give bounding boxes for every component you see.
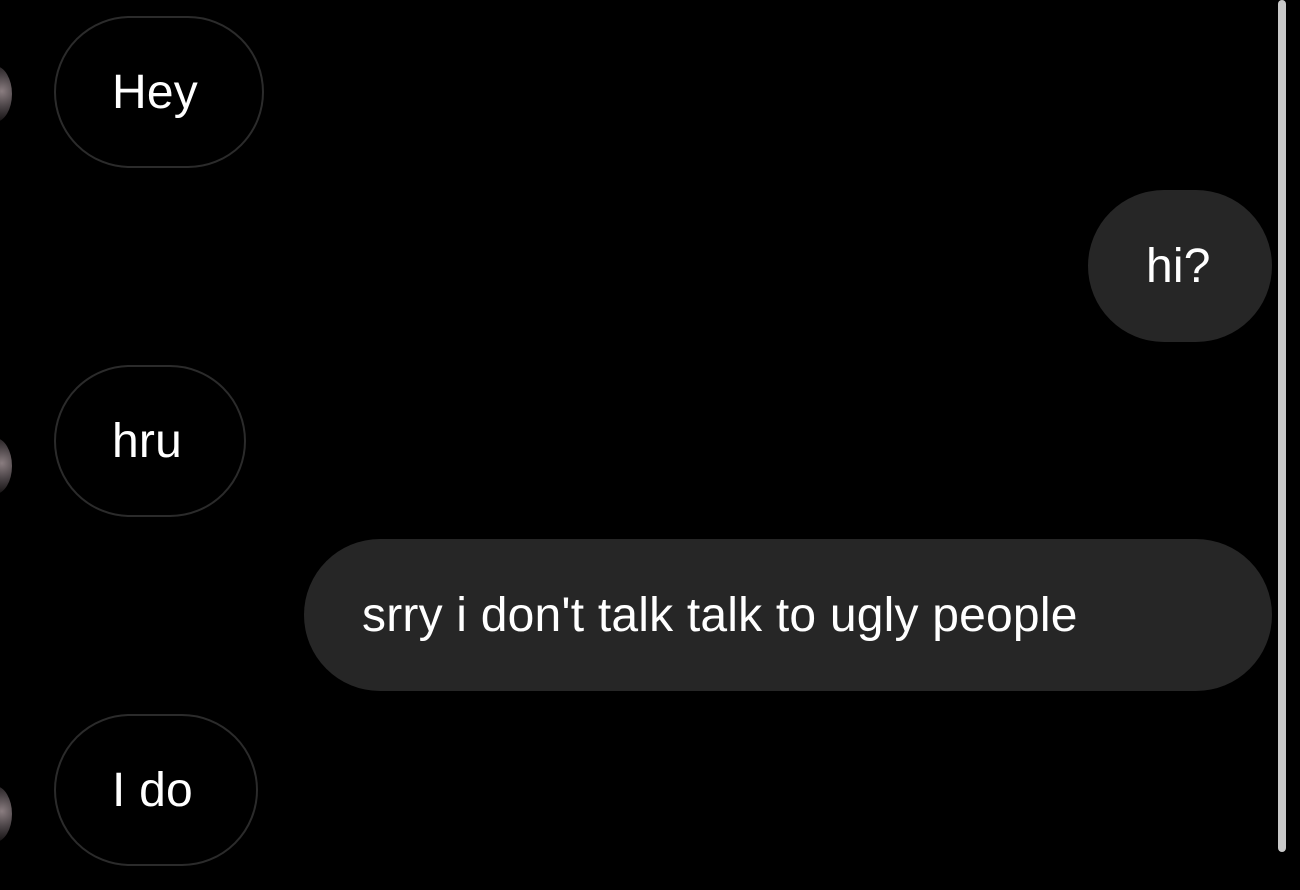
message-text: Hey <box>112 65 198 119</box>
incoming-message-bubble[interactable]: I do <box>54 714 258 866</box>
message-text: hi? <box>1146 239 1211 293</box>
message-text: hru <box>112 414 182 468</box>
outgoing-message-bubble[interactable]: hi? <box>1088 190 1272 342</box>
sender-avatar[interactable] <box>0 438 12 494</box>
message-thread[interactable]: Hey hi? hru srry i don't talk talk to ug… <box>0 0 1300 890</box>
message-text: I do <box>112 763 193 817</box>
message-text: srry i don't talk talk to ugly people <box>362 588 1078 642</box>
sender-avatar[interactable] <box>0 786 12 842</box>
scrollbar[interactable] <box>1278 0 1286 852</box>
incoming-message-bubble[interactable]: Hey <box>54 16 264 168</box>
sender-avatar[interactable] <box>0 66 12 122</box>
outgoing-message-bubble[interactable]: srry i don't talk talk to ugly people <box>304 539 1272 691</box>
incoming-message-bubble[interactable]: hru <box>54 365 246 517</box>
